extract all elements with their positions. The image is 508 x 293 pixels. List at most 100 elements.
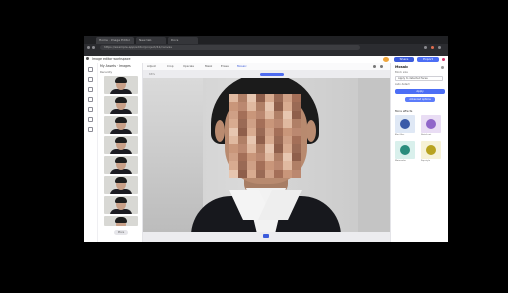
notification-icon[interactable] bbox=[442, 58, 445, 61]
browser-address-bar: https://example.app/editor/project/42/ca… bbox=[84, 44, 448, 51]
mosaic-tile bbox=[265, 127, 274, 136]
mosaic-tile bbox=[229, 110, 238, 120]
mosaic-tile bbox=[247, 144, 256, 153]
canvas-page-indicator[interactable] bbox=[263, 234, 269, 238]
mosaic-tile bbox=[283, 110, 292, 120]
tool-rail bbox=[84, 63, 98, 242]
selection-indicator[interactable] bbox=[260, 73, 284, 76]
mosaic-tile bbox=[292, 152, 301, 162]
mosaic-tile bbox=[292, 144, 301, 153]
tool-crop[interactable]: Crop bbox=[167, 64, 174, 69]
url-input[interactable]: https://example.app/editor/project/42/ca… bbox=[100, 45, 360, 50]
text-icon[interactable] bbox=[88, 87, 93, 92]
effect-card[interactable] bbox=[421, 115, 441, 133]
browser-tab-label: Docs bbox=[171, 38, 179, 42]
asset-thumbnail[interactable] bbox=[104, 116, 138, 134]
browser-tab[interactable]: Docs bbox=[168, 37, 198, 44]
upload-icon[interactable] bbox=[88, 67, 93, 72]
effect-card-caption: Sketch art bbox=[421, 134, 432, 136]
mosaic-face-mask[interactable] bbox=[229, 94, 301, 178]
advanced-options-button[interactable]: Advanced options bbox=[405, 97, 435, 102]
redo-icon[interactable] bbox=[380, 65, 383, 68]
mosaic-tile bbox=[265, 152, 274, 162]
user-avatar[interactable] bbox=[383, 57, 389, 62]
asset-thumbnail[interactable] bbox=[104, 136, 138, 154]
canvas-area[interactable]: 66% bbox=[143, 70, 390, 242]
history-icon[interactable] bbox=[88, 127, 93, 132]
zoom-level[interactable]: 66% bbox=[149, 72, 155, 76]
effect-card-art bbox=[426, 145, 436, 155]
mosaic-tile bbox=[229, 169, 238, 178]
close-icon[interactable] bbox=[441, 66, 444, 69]
browser-tab-strip: Home · Image Editor New tab Docs bbox=[84, 36, 448, 44]
export-button[interactable]: Export bbox=[417, 57, 439, 62]
asset-thumbnail[interactable] bbox=[104, 196, 138, 214]
more-assets-button[interactable]: More bbox=[114, 230, 128, 235]
tool-mosaic[interactable]: Mosaic bbox=[237, 64, 247, 69]
mosaic-tile bbox=[265, 94, 274, 103]
mosaic-tile bbox=[283, 144, 292, 153]
mosaic-tile bbox=[247, 152, 256, 162]
panel-title: Mosaic bbox=[395, 65, 409, 69]
apply-button[interactable]: Apply bbox=[395, 89, 445, 94]
effect-card-art bbox=[400, 145, 410, 155]
tool-mask[interactable]: Mask bbox=[205, 64, 212, 69]
mosaic-tile bbox=[229, 119, 238, 128]
mosaic-tile bbox=[238, 144, 247, 153]
mosaic-tile bbox=[247, 161, 256, 170]
mosaic-tile bbox=[292, 119, 301, 128]
shapes-icon[interactable] bbox=[88, 97, 93, 102]
effect-card[interactable] bbox=[421, 141, 441, 159]
mosaic-tile bbox=[238, 161, 247, 170]
sidebar-subtitle: Recently bbox=[100, 70, 113, 74]
photo-ear bbox=[306, 120, 316, 142]
mosaic-tile bbox=[238, 102, 247, 111]
mosaic-tile bbox=[247, 119, 256, 128]
effect-card[interactable] bbox=[395, 115, 415, 133]
share-button[interactable]: Share bbox=[394, 57, 414, 62]
effect-card-caption: Blur filter bbox=[395, 134, 405, 136]
reload-icon[interactable] bbox=[92, 46, 95, 49]
mosaic-tile bbox=[274, 161, 283, 170]
mosaic-tile bbox=[274, 94, 283, 103]
browser-tab-active[interactable]: Home · Image Editor bbox=[96, 37, 134, 44]
layers-icon[interactable] bbox=[88, 107, 93, 112]
mosaic-tile bbox=[256, 135, 265, 145]
undo-icon[interactable] bbox=[373, 65, 376, 68]
asset-thumbnail[interactable] bbox=[104, 176, 138, 194]
browser-tab-label: New tab bbox=[139, 38, 152, 42]
effect-card-art bbox=[400, 119, 410, 129]
mosaic-tile bbox=[256, 161, 265, 170]
asset-thumbnail[interactable] bbox=[104, 76, 138, 94]
tool-upscale[interactable]: Upscale bbox=[183, 64, 194, 69]
mosaic-tile bbox=[229, 144, 238, 153]
mosaic-tile bbox=[256, 119, 265, 128]
mosaic-tile bbox=[283, 152, 292, 162]
mosaic-tile bbox=[274, 110, 283, 120]
photo-background bbox=[143, 78, 203, 232]
properties-panel: Mosaic Block size Apply to detected face… bbox=[390, 63, 448, 242]
mosaic-tile bbox=[229, 135, 238, 145]
effect-card[interactable] bbox=[395, 141, 415, 159]
menu-icon[interactable] bbox=[438, 46, 441, 49]
mosaic-tile bbox=[274, 102, 283, 111]
mosaic-tile bbox=[247, 102, 256, 111]
back-icon[interactable] bbox=[87, 46, 90, 49]
edited-photo[interactable] bbox=[143, 78, 390, 232]
extensions-icon[interactable] bbox=[424, 46, 427, 49]
tool-adjust[interactable]: Adjust bbox=[147, 64, 156, 69]
image-icon[interactable] bbox=[88, 77, 93, 82]
asset-thumbnail[interactable] bbox=[104, 216, 138, 226]
browser-tab[interactable]: New tab bbox=[136, 37, 166, 44]
effects-icon[interactable] bbox=[88, 117, 93, 122]
tool-erase[interactable]: Erase bbox=[221, 64, 229, 69]
mosaic-tile bbox=[292, 127, 301, 136]
mosaic-tile bbox=[292, 135, 301, 145]
asset-thumbnail[interactable] bbox=[104, 96, 138, 114]
mosaic-tile bbox=[292, 169, 301, 178]
asset-thumbnail[interactable] bbox=[104, 156, 138, 174]
auto-detect-option[interactable]: Auto detect bbox=[395, 83, 410, 86]
mosaic-target-select[interactable]: Apply to detected faces bbox=[395, 76, 443, 81]
sidebar-title: My Assets · Images bbox=[100, 64, 131, 68]
profile-icon[interactable] bbox=[431, 46, 434, 49]
